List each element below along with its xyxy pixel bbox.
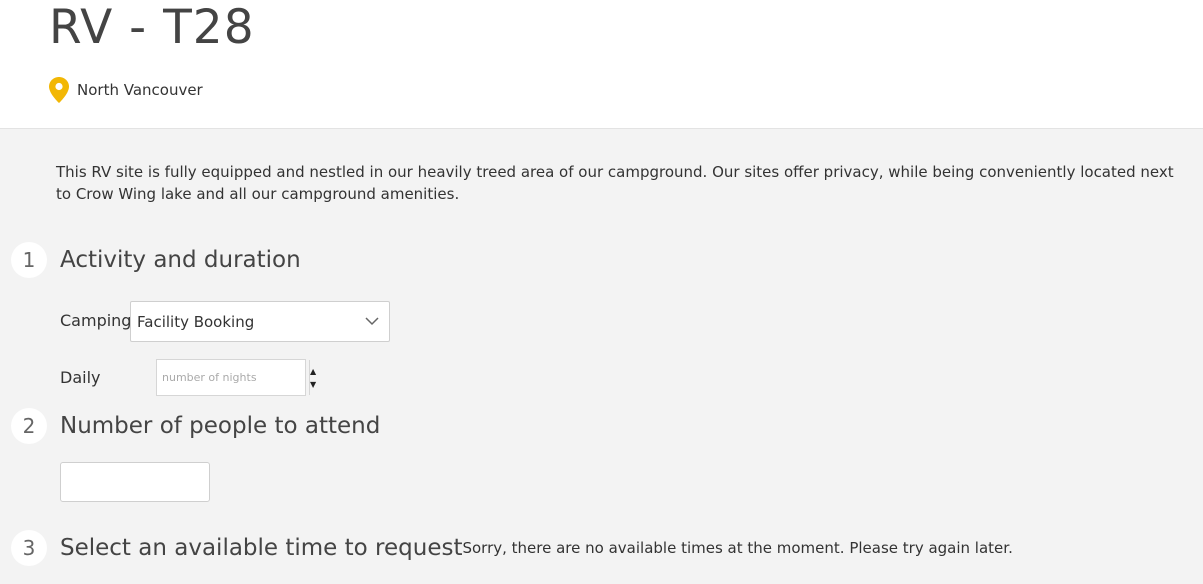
step-title: Number of people to attend xyxy=(60,413,381,439)
spinner[interactable]: ▲ ▼ xyxy=(309,360,316,395)
map-pin-icon xyxy=(49,77,69,103)
activity-selected-value: Facility Booking xyxy=(137,312,255,331)
chevron-down-icon xyxy=(365,317,379,326)
step-3: 3 Select an available time to request So… xyxy=(11,530,1013,566)
description: This RV site is fully equipped and nestl… xyxy=(56,163,1174,203)
nights-stepper[interactable]: ▲ ▼ xyxy=(156,359,316,396)
step-title: Select an available time to request xyxy=(60,535,463,561)
location: North Vancouver xyxy=(49,76,203,104)
step-number: 1 xyxy=(11,242,47,278)
activity-select[interactable]: Facility Booking xyxy=(130,301,390,342)
step-number: 3 xyxy=(11,530,47,566)
decrement-icon[interactable]: ▼ xyxy=(310,378,316,391)
header: RV - T28 North Vancouver xyxy=(0,0,1203,129)
page-title: RV - T28 xyxy=(49,0,255,55)
step-number: 2 xyxy=(11,408,47,444)
duration-label: Daily xyxy=(60,368,101,387)
activity-label: Camping xyxy=(60,311,132,330)
increment-icon[interactable]: ▲ xyxy=(310,365,316,378)
no-availability-message: Sorry, there are no available times at t… xyxy=(462,539,1013,557)
step-1: 1 Activity and duration xyxy=(11,242,301,278)
location-text: North Vancouver xyxy=(77,81,203,99)
people-count-input[interactable] xyxy=(60,462,210,502)
nights-input[interactable] xyxy=(157,360,309,395)
step-2: 2 Number of people to attend xyxy=(11,408,380,444)
step-title: Activity and duration xyxy=(60,247,301,273)
